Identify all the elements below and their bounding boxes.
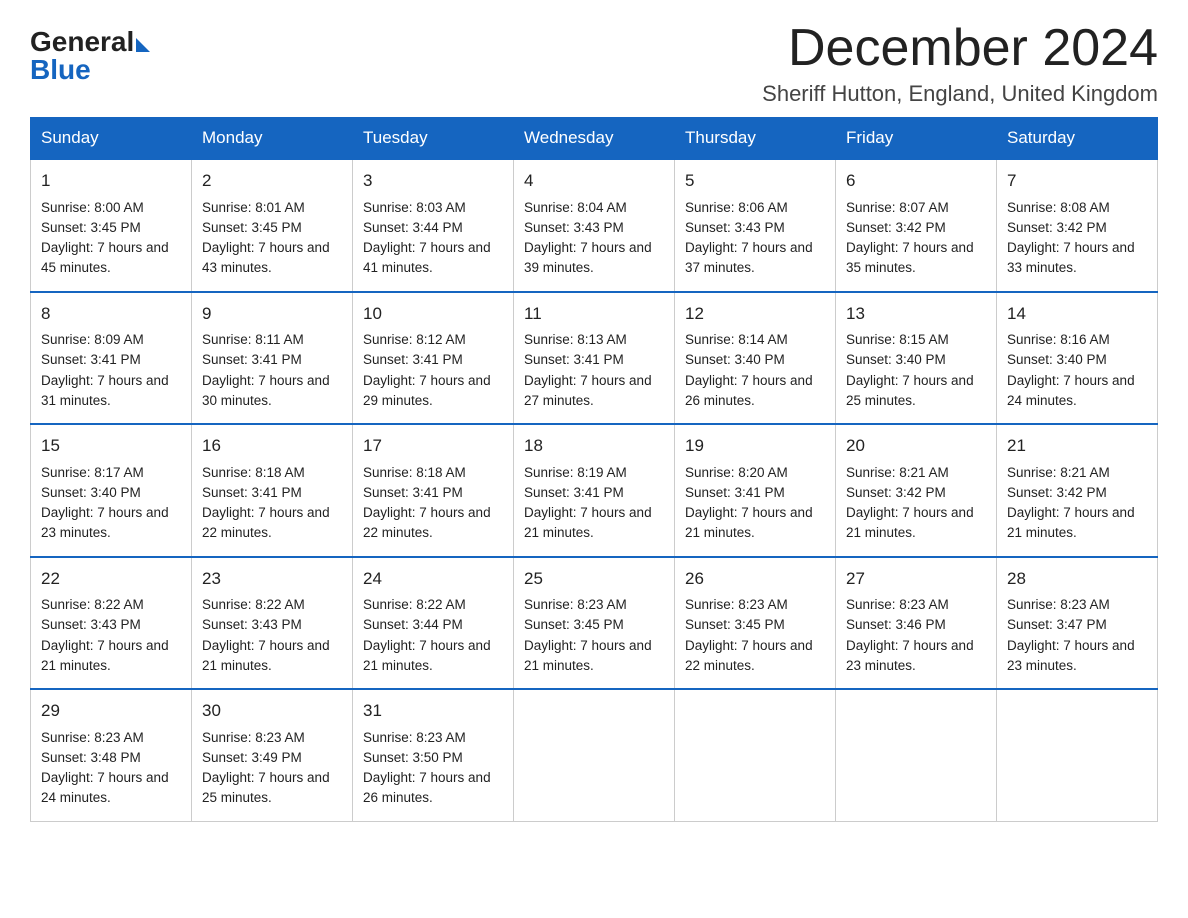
header-day-tuesday: Tuesday: [353, 118, 514, 160]
day-number: 24: [363, 566, 503, 592]
calendar-day-16: 16Sunrise: 8:18 AMSunset: 3:41 PMDayligh…: [192, 424, 353, 557]
calendar-header: SundayMondayTuesdayWednesdayThursdayFrid…: [31, 118, 1158, 160]
day-number: 29: [41, 698, 181, 724]
header-day-friday: Friday: [836, 118, 997, 160]
calendar-day-3: 3Sunrise: 8:03 AMSunset: 3:44 PMDaylight…: [353, 159, 514, 292]
calendar-day-13: 13Sunrise: 8:15 AMSunset: 3:40 PMDayligh…: [836, 292, 997, 425]
calendar-week-3: 15Sunrise: 8:17 AMSunset: 3:40 PMDayligh…: [31, 424, 1158, 557]
calendar-day-14: 14Sunrise: 8:16 AMSunset: 3:40 PMDayligh…: [997, 292, 1158, 425]
calendar-day-27: 27Sunrise: 8:23 AMSunset: 3:46 PMDayligh…: [836, 557, 997, 690]
day-number: 10: [363, 301, 503, 327]
calendar-day-20: 20Sunrise: 8:21 AMSunset: 3:42 PMDayligh…: [836, 424, 997, 557]
header-day-wednesday: Wednesday: [514, 118, 675, 160]
calendar-day-18: 18Sunrise: 8:19 AMSunset: 3:41 PMDayligh…: [514, 424, 675, 557]
day-number: 7: [1007, 168, 1147, 194]
logo-blue-text: Blue: [30, 56, 150, 84]
calendar-day-2: 2Sunrise: 8:01 AMSunset: 3:45 PMDaylight…: [192, 159, 353, 292]
page-header: General Blue December 2024 Sheriff Hutto…: [30, 20, 1158, 107]
calendar-day-4: 4Sunrise: 8:04 AMSunset: 3:43 PMDaylight…: [514, 159, 675, 292]
calendar-week-1: 1Sunrise: 8:00 AMSunset: 3:45 PMDaylight…: [31, 159, 1158, 292]
calendar-day-31: 31Sunrise: 8:23 AMSunset: 3:50 PMDayligh…: [353, 689, 514, 821]
day-number: 6: [846, 168, 986, 194]
day-number: 17: [363, 433, 503, 459]
day-number: 25: [524, 566, 664, 592]
logo-arrow-icon: [136, 38, 150, 52]
header-day-thursday: Thursday: [675, 118, 836, 160]
day-number: 27: [846, 566, 986, 592]
day-number: 26: [685, 566, 825, 592]
calendar-body: 1Sunrise: 8:00 AMSunset: 3:45 PMDaylight…: [31, 159, 1158, 821]
calendar-day-17: 17Sunrise: 8:18 AMSunset: 3:41 PMDayligh…: [353, 424, 514, 557]
calendar-day-7: 7Sunrise: 8:08 AMSunset: 3:42 PMDaylight…: [997, 159, 1158, 292]
empty-day: [675, 689, 836, 821]
day-number: 1: [41, 168, 181, 194]
calendar-day-12: 12Sunrise: 8:14 AMSunset: 3:40 PMDayligh…: [675, 292, 836, 425]
empty-day: [514, 689, 675, 821]
calendar-day-30: 30Sunrise: 8:23 AMSunset: 3:49 PMDayligh…: [192, 689, 353, 821]
calendar-day-11: 11Sunrise: 8:13 AMSunset: 3:41 PMDayligh…: [514, 292, 675, 425]
day-number: 16: [202, 433, 342, 459]
day-number: 4: [524, 168, 664, 194]
day-number: 30: [202, 698, 342, 724]
header-day-monday: Monday: [192, 118, 353, 160]
day-number: 11: [524, 301, 664, 327]
day-number: 13: [846, 301, 986, 327]
calendar-day-24: 24Sunrise: 8:22 AMSunset: 3:44 PMDayligh…: [353, 557, 514, 690]
calendar-day-22: 22Sunrise: 8:22 AMSunset: 3:43 PMDayligh…: [31, 557, 192, 690]
calendar-day-19: 19Sunrise: 8:20 AMSunset: 3:41 PMDayligh…: [675, 424, 836, 557]
calendar-week-2: 8Sunrise: 8:09 AMSunset: 3:41 PMDaylight…: [31, 292, 1158, 425]
calendar-day-1: 1Sunrise: 8:00 AMSunset: 3:45 PMDaylight…: [31, 159, 192, 292]
calendar-week-4: 22Sunrise: 8:22 AMSunset: 3:43 PMDayligh…: [31, 557, 1158, 690]
calendar-day-26: 26Sunrise: 8:23 AMSunset: 3:45 PMDayligh…: [675, 557, 836, 690]
calendar-week-5: 29Sunrise: 8:23 AMSunset: 3:48 PMDayligh…: [31, 689, 1158, 821]
header-row: SundayMondayTuesdayWednesdayThursdayFrid…: [31, 118, 1158, 160]
header-day-saturday: Saturday: [997, 118, 1158, 160]
calendar-day-23: 23Sunrise: 8:22 AMSunset: 3:43 PMDayligh…: [192, 557, 353, 690]
day-number: 14: [1007, 301, 1147, 327]
empty-day: [836, 689, 997, 821]
day-number: 8: [41, 301, 181, 327]
title-section: December 2024 Sheriff Hutton, England, U…: [762, 20, 1158, 107]
calendar-table: SundayMondayTuesdayWednesdayThursdayFrid…: [30, 117, 1158, 822]
calendar-day-25: 25Sunrise: 8:23 AMSunset: 3:45 PMDayligh…: [514, 557, 675, 690]
calendar-day-8: 8Sunrise: 8:09 AMSunset: 3:41 PMDaylight…: [31, 292, 192, 425]
day-number: 5: [685, 168, 825, 194]
calendar-day-9: 9Sunrise: 8:11 AMSunset: 3:41 PMDaylight…: [192, 292, 353, 425]
day-number: 9: [202, 301, 342, 327]
day-number: 3: [363, 168, 503, 194]
day-number: 18: [524, 433, 664, 459]
calendar-day-5: 5Sunrise: 8:06 AMSunset: 3:43 PMDaylight…: [675, 159, 836, 292]
day-number: 22: [41, 566, 181, 592]
calendar-day-6: 6Sunrise: 8:07 AMSunset: 3:42 PMDaylight…: [836, 159, 997, 292]
day-number: 28: [1007, 566, 1147, 592]
day-number: 31: [363, 698, 503, 724]
day-number: 2: [202, 168, 342, 194]
empty-day: [997, 689, 1158, 821]
logo-general-text: General: [30, 28, 134, 56]
calendar-day-21: 21Sunrise: 8:21 AMSunset: 3:42 PMDayligh…: [997, 424, 1158, 557]
calendar-day-15: 15Sunrise: 8:17 AMSunset: 3:40 PMDayligh…: [31, 424, 192, 557]
day-number: 23: [202, 566, 342, 592]
calendar-day-29: 29Sunrise: 8:23 AMSunset: 3:48 PMDayligh…: [31, 689, 192, 821]
day-number: 20: [846, 433, 986, 459]
logo: General Blue: [30, 28, 150, 84]
month-title: December 2024: [762, 20, 1158, 77]
location-title: Sheriff Hutton, England, United Kingdom: [762, 81, 1158, 107]
day-number: 12: [685, 301, 825, 327]
calendar-day-28: 28Sunrise: 8:23 AMSunset: 3:47 PMDayligh…: [997, 557, 1158, 690]
calendar-day-10: 10Sunrise: 8:12 AMSunset: 3:41 PMDayligh…: [353, 292, 514, 425]
day-number: 19: [685, 433, 825, 459]
day-number: 15: [41, 433, 181, 459]
header-day-sunday: Sunday: [31, 118, 192, 160]
day-number: 21: [1007, 433, 1147, 459]
